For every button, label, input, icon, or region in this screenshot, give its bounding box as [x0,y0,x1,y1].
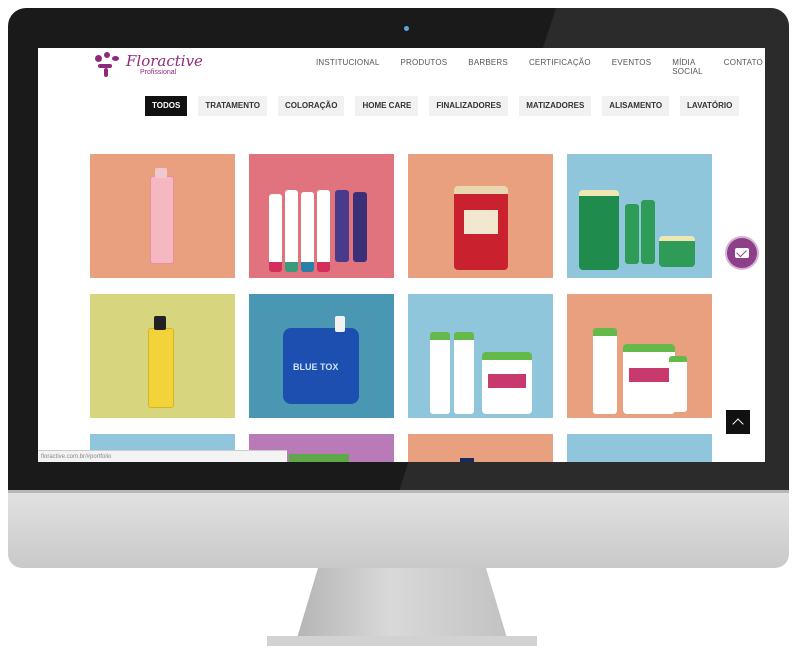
camera-icon [404,26,409,31]
logo-subtitle: Profissional [140,69,177,76]
product-image [148,328,174,408]
nav-produtos[interactable]: PRODUTOS [401,58,448,76]
flower-logo-icon [92,52,122,78]
portfolio-filters: TODOS TRATAMENTO COLORAÇÃO HOME CARE FIN… [145,96,750,116]
product-tile[interactable] [408,434,553,462]
site-logo[interactable]: Floractive Profissional [92,52,203,78]
monitor-stand-base [267,636,537,646]
nav-contato[interactable]: CONTATO [724,58,763,76]
product-tile[interactable]: BLUE TOX [249,294,394,418]
website-screen: Floractive Profissional INSTITUCIONAL PR… [38,48,765,462]
product-tile[interactable] [567,294,712,418]
filter-tratamento[interactable]: TRATAMENTO [198,96,267,116]
filter-finalizadores[interactable]: FINALIZADORES [429,96,509,116]
filter-coloracao[interactable]: COLORAÇÃO [277,96,345,116]
filter-todos[interactable]: TODOS [145,96,188,116]
product-tile[interactable] [567,434,712,462]
monitor-chin-divider [8,490,789,493]
nav-institucional[interactable]: INSTITUCIONAL [316,58,380,76]
nav-eventos[interactable]: EVENTOS [612,58,652,76]
product-tile[interactable] [408,154,553,278]
chevron-up-icon [732,418,744,430]
blue-tox-label: BLUE TOX [293,362,339,372]
nav-barbers[interactable]: BARBERS [468,58,508,76]
filter-lavatorio[interactable]: LAVATÓRIO [680,96,740,116]
envelope-icon [735,248,749,258]
product-image [150,176,174,264]
chat-button[interactable] [725,236,759,270]
site-header: Floractive Profissional INSTITUCIONAL PR… [38,48,765,86]
logo-name: Floractive [126,52,203,70]
monitor-stand [297,568,507,638]
nav-midia-social[interactable]: MÍDIA SOCIAL [672,58,703,76]
product-tile[interactable] [90,154,235,278]
browser-status-bar: floractive.com.br/#portfolio [38,450,287,462]
product-tile[interactable] [90,294,235,418]
filter-matizadores[interactable]: MATIZADORES [519,96,592,116]
nav-certificacao[interactable]: CERTIFICAÇÃO [529,58,591,76]
product-tile[interactable] [249,154,394,278]
product-tile[interactable] [408,294,553,418]
filter-home-care[interactable]: HOME CARE [355,96,419,116]
main-nav: INSTITUCIONAL PRODUTOS BARBERS CERTIFICA… [316,58,765,76]
monitor-chin [8,490,789,568]
filter-alisamento[interactable]: ALISAMENTO [602,96,670,116]
product-tile[interactable] [567,154,712,278]
back-to-top-button[interactable] [726,410,750,434]
